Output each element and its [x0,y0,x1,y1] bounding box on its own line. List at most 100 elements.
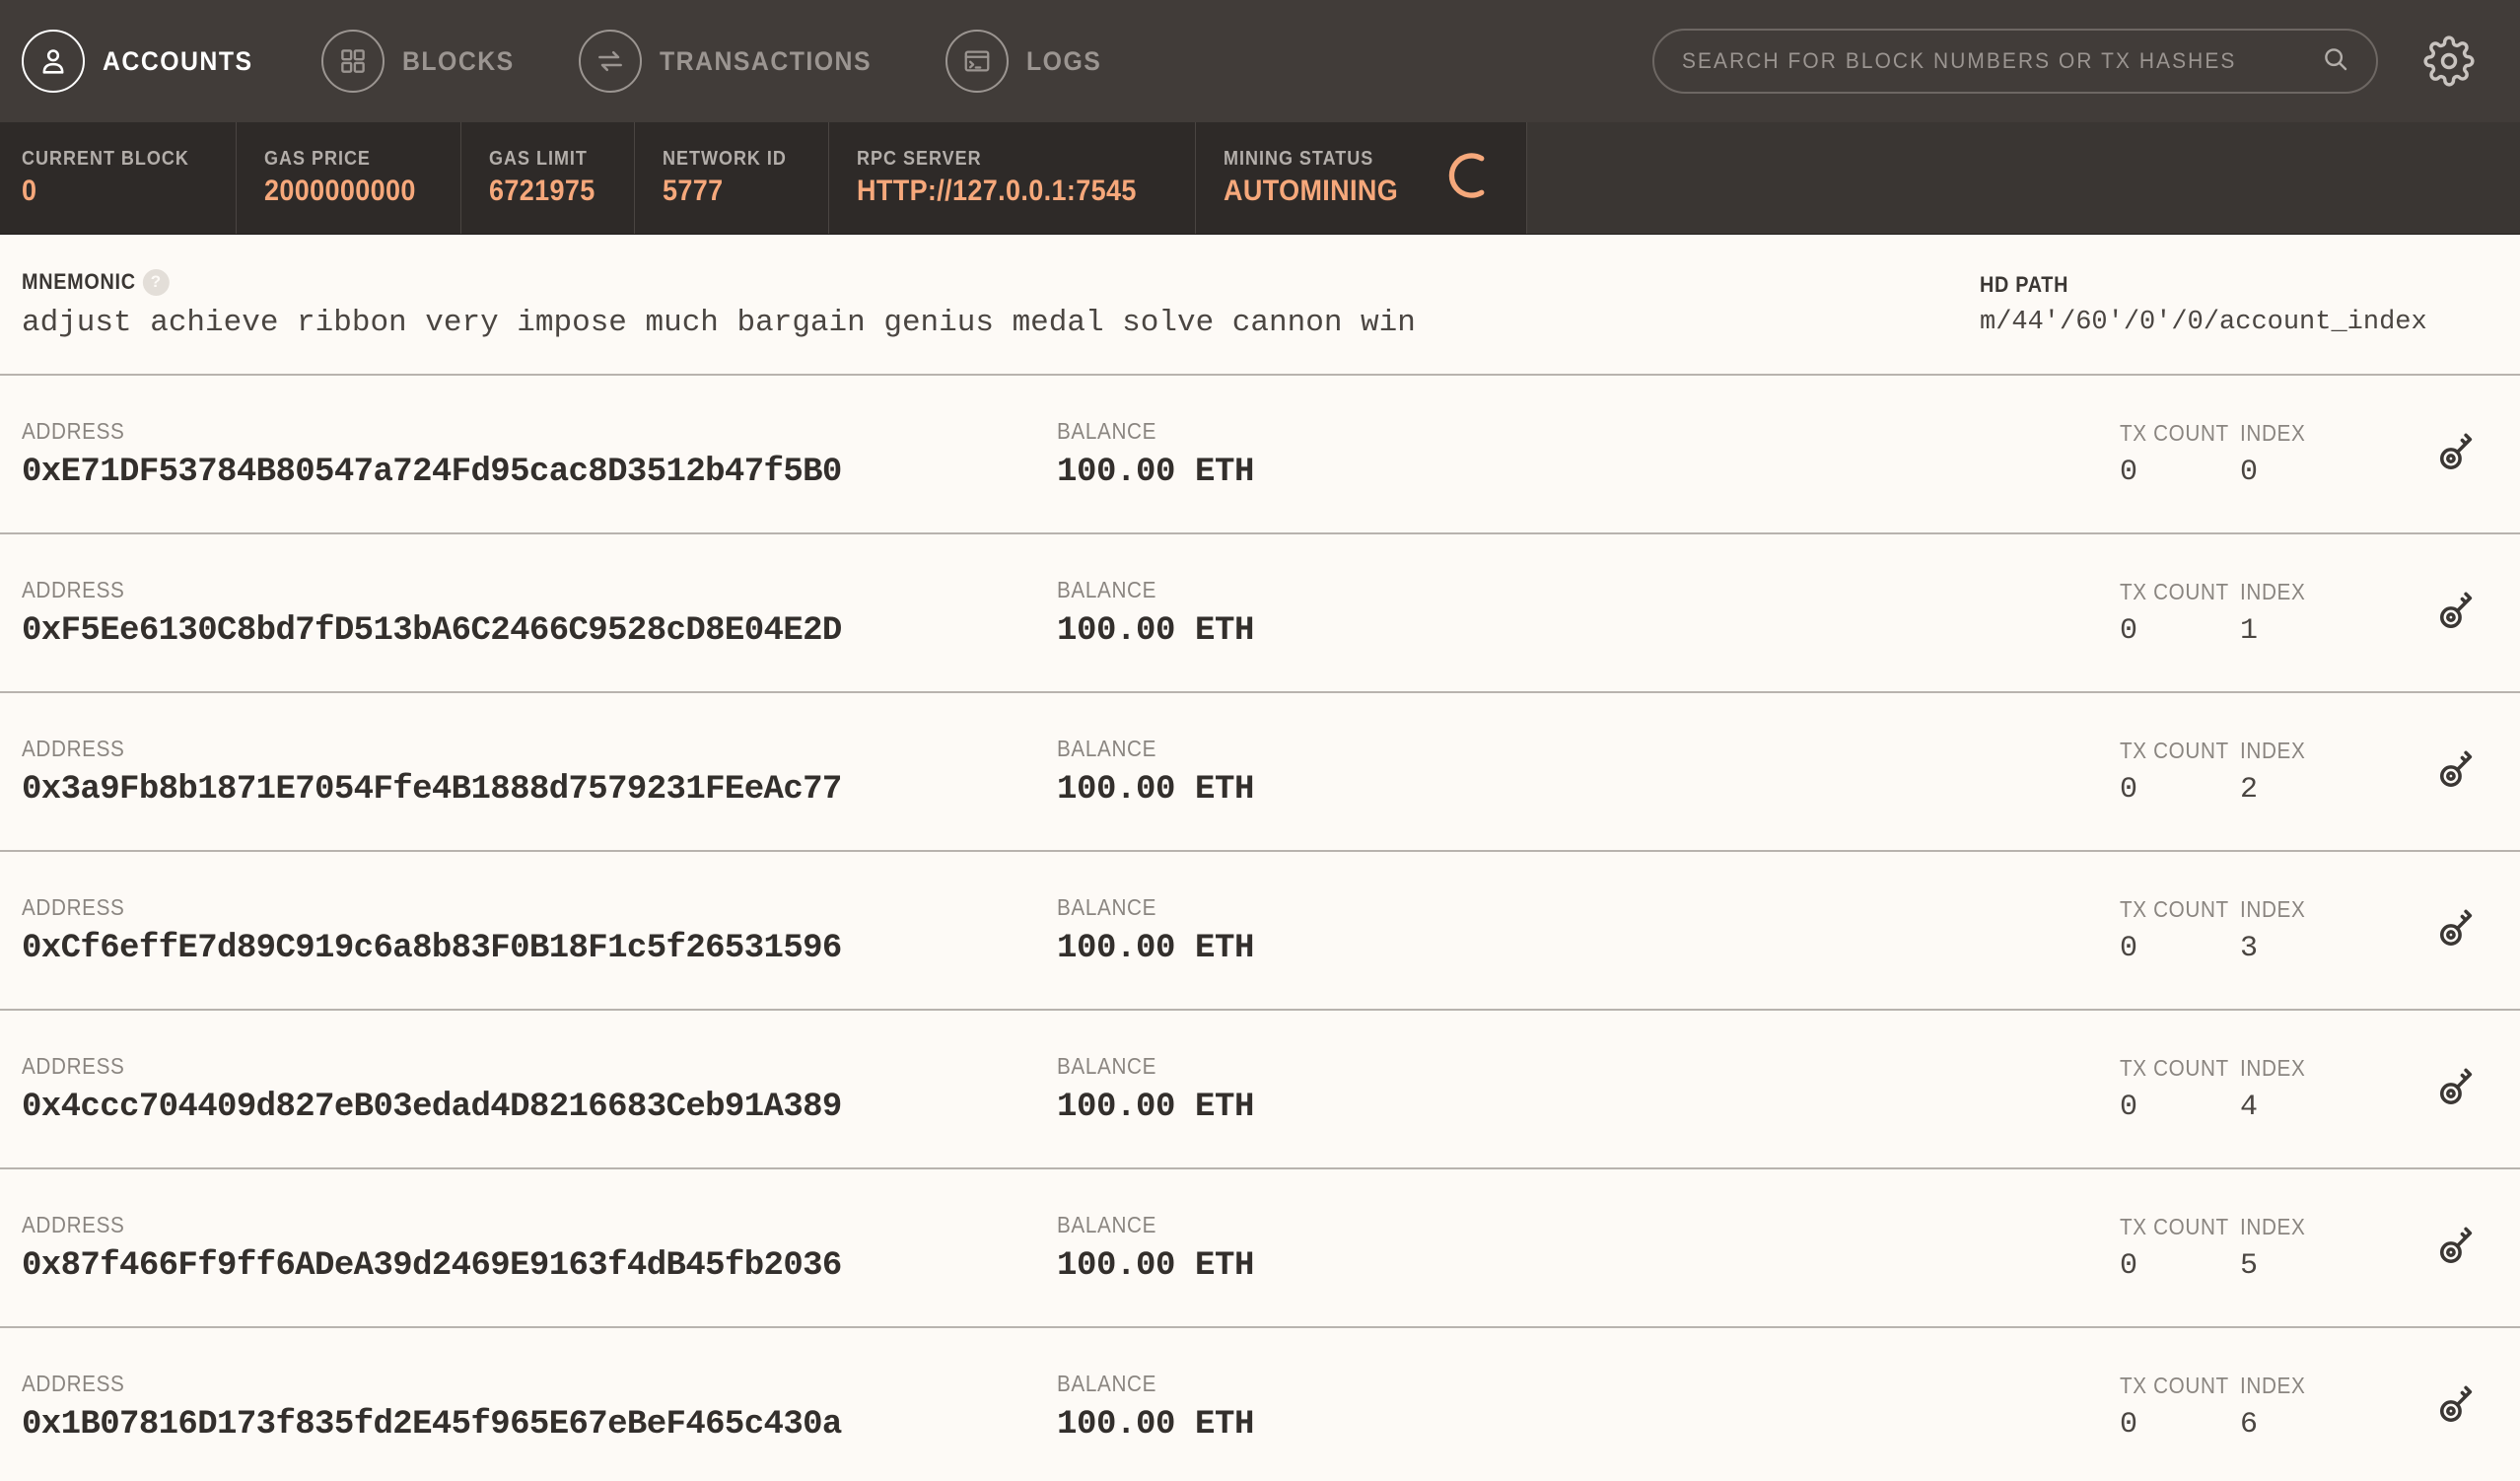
account-address-cell: ADDRESS 0x87f466Ff9ff6ADeA39d2469E9163f4… [22,1212,1057,1285]
mnemonic-block: MNEMONIC ? adjust achieve ribbon very im… [22,268,1980,340]
table-row[interactable]: ADDRESS 0x3a9Fb8b1871E7054Ffe4B1888d7579… [0,693,2520,852]
column-label-address: ADDRESS [22,1211,125,1237]
account-txcount-value: 0 [2120,1407,2138,1442]
spinner-icon [1443,148,1499,208]
table-row[interactable]: ADDRESS 0x4ccc704409d827eB03edad4D821668… [0,1011,2520,1169]
account-txcount-cell: TX COUNT 0 [2120,738,2240,807]
account-index-value: 0 [2240,455,2259,489]
account-index-cell: INDEX 1 [2240,579,2388,648]
account-address-value: 0x4ccc704409d827eB03edad4D8216683Ceb91A3… [22,1088,842,1126]
mnemonic-label-row: MNEMONIC ? [22,268,1784,296]
column-label-address: ADDRESS [22,1370,125,1396]
account-address-value: 0xE71DF53784B80547a724Fd95cac8D3512b47f5… [22,453,842,491]
transactions-icon [579,30,643,93]
logs-icon [945,30,1010,93]
status-label: NETWORK ID [663,148,788,170]
account-address-value: 0x1B07816D173f835fd2E45f965E67eBeF465c43… [22,1405,842,1444]
gear-icon[interactable] [2423,35,2475,87]
hd-path-block: HD PATH m/44'/60'/0'/0/account_index [1980,272,2483,337]
account-index-value: 3 [2240,931,2259,965]
account-index-value: 1 [2240,613,2259,648]
column-label-index: INDEX [2240,1213,2306,1239]
status-label: MINING STATUS [1224,148,1374,170]
nav-tab-blocks[interactable]: BLOCKS [320,30,525,93]
account-balance-value: 100.00 ETH [1057,453,1255,491]
account-balance-value: 100.00 ETH [1057,929,1255,967]
account-address-value: 0x87f466Ff9ff6ADeA39d2469E9163f4dB45fb20… [22,1246,842,1285]
account-address-value: 0x3a9Fb8b1871E7054Ffe4B1888d7579231FEeAc… [22,770,842,809]
key-icon [2433,744,2483,799]
account-index-cell: INDEX 5 [2240,1214,2388,1283]
status-current-block: CURRENT BLOCK 0 [0,122,237,234]
status-label: RPC SERVER [857,148,982,170]
column-label-tx-count: TX COUNT [2120,419,2229,446]
account-txcount-value: 0 [2120,455,2138,489]
account-index-value: 5 [2240,1248,2259,1283]
status-gas-price: GAS PRICE 2000000000 [237,122,461,234]
status-network-id: NETWORK ID 5777 [635,122,830,234]
table-row[interactable]: ADDRESS 0xF5Ee6130C8bd7fD513bA6C2466C952… [0,534,2520,693]
blocks-icon [320,30,385,93]
show-key-button[interactable] [2388,427,2483,481]
nav-tab-transactions[interactable]: TRANSACTIONS [579,30,890,93]
column-label-balance: BALANCE [1057,893,1157,920]
column-label-balance: BALANCE [1057,417,1157,444]
column-label-address: ADDRESS [22,735,125,761]
column-label-address: ADDRESS [22,576,125,602]
search-input[interactable] [1682,48,2289,74]
account-index-cell: INDEX 0 [2240,420,2388,489]
help-icon[interactable]: ? [142,268,170,296]
account-balance-value: 100.00 ETH [1057,1405,1255,1444]
mining-text-block: MINING STATUS AUTOMINING [1224,148,1418,208]
nav-tab-label: ACCOUNTS [103,45,253,76]
status-gas-limit: GAS LIMIT 6721975 [461,122,636,234]
nav-tab-list: ACCOUNTS BLOCKS TRANSACTIONS LOGS [22,30,1163,93]
show-key-button[interactable] [2388,1379,2483,1434]
account-balance-value: 100.00 ETH [1057,611,1255,650]
account-txcount-cell: TX COUNT 0 [2120,1055,2240,1124]
status-label: GAS PRICE [263,148,371,170]
nav-tab-label: BLOCKS [401,45,515,76]
search-icon[interactable] [2321,44,2350,79]
key-icon [2433,1062,2483,1116]
nav-tab-accounts[interactable]: ACCOUNTS [22,30,266,93]
account-balance-cell: BALANCE 100.00 ETH [1057,418,2120,491]
search-bar[interactable] [1652,29,2378,94]
nav-tab-logs[interactable]: LOGS [945,30,1108,93]
account-address-cell: ADDRESS 0x1B07816D173f835fd2E45f965E67eB… [22,1371,1057,1444]
key-icon [2433,1221,2483,1275]
column-label-tx-count: TX COUNT [2120,578,2229,604]
account-index-value: 4 [2240,1090,2259,1124]
column-label-index: INDEX [2240,1054,2306,1081]
table-row[interactable]: ADDRESS 0x1B07816D173f835fd2E45f965E67eB… [0,1328,2520,1481]
account-address-cell: ADDRESS 0xCf6effE7d89C919c6a8b83F0B18F1c… [22,894,1057,967]
show-key-button[interactable] [2388,744,2483,799]
mnemonic-label: MNEMONIC [22,269,136,294]
show-key-button[interactable] [2388,903,2483,957]
column-label-index: INDEX [2240,578,2306,604]
column-label-index: INDEX [2240,737,2306,763]
account-txcount-value: 0 [2120,1090,2138,1124]
account-balance-cell: BALANCE 100.00 ETH [1057,577,2120,650]
account-txcount-cell: TX COUNT 0 [2120,420,2240,489]
account-address-cell: ADDRESS 0x3a9Fb8b1871E7054Ffe4B1888d7579… [22,736,1057,809]
column-label-balance: BALANCE [1057,1052,1157,1079]
table-row[interactable]: ADDRESS 0xCf6effE7d89C919c6a8b83F0B18F1c… [0,852,2520,1011]
account-address-value: 0xF5Ee6130C8bd7fD513bA6C2466C9528cD8E04E… [22,611,842,650]
show-key-button[interactable] [2388,1062,2483,1116]
column-label-address: ADDRESS [22,1052,125,1079]
account-index-cell: INDEX 6 [2240,1373,2388,1442]
show-key-button[interactable] [2388,1221,2483,1275]
table-row[interactable]: ADDRESS 0xE71DF53784B80547a724Fd95cac8D3… [0,376,2520,534]
column-label-tx-count: TX COUNT [2120,1213,2229,1239]
account-balance-cell: BALANCE 100.00 ETH [1057,894,2120,967]
table-row[interactable]: ADDRESS 0x87f466Ff9ff6ADeA39d2469E9163f4… [0,1169,2520,1328]
status-bar-filler [1527,122,2520,234]
column-label-balance: BALANCE [1057,735,1157,761]
account-address-cell: ADDRESS 0xE71DF53784B80547a724Fd95cac8D3… [22,418,1057,491]
status-label: GAS LIMIT [488,148,588,170]
account-icon [22,30,85,93]
account-balance-cell: BALANCE 100.00 ETH [1057,1371,2120,1444]
account-address-value: 0xCf6effE7d89C919c6a8b83F0B18F1c5f265315… [22,929,842,967]
show-key-button[interactable] [2388,586,2483,640]
